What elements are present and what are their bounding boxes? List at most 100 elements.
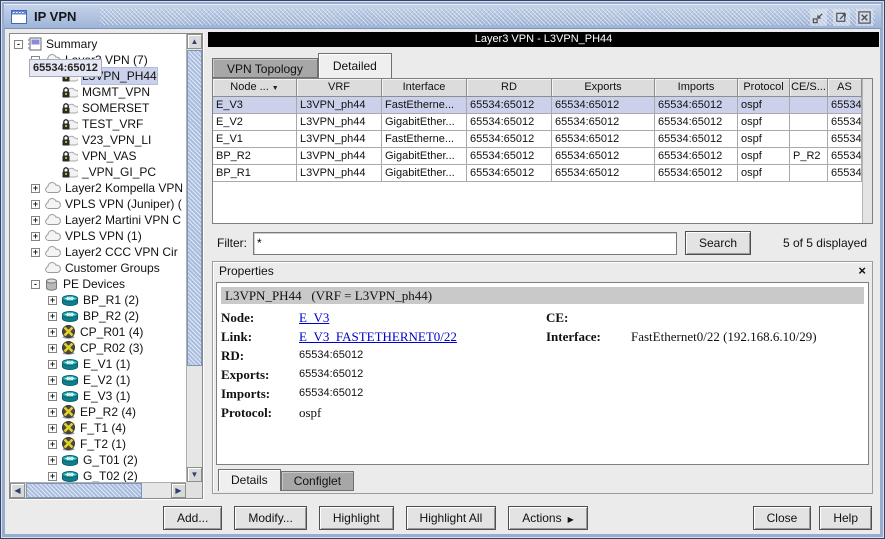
expand-icon[interactable]: + (31, 184, 40, 193)
cell-protocol[interactable]: ospf (738, 148, 790, 165)
cell-node[interactable]: BP_R1 (213, 165, 297, 182)
column-header-rd[interactable]: RD (467, 79, 552, 97)
actions-button[interactable]: Actions▶ (508, 506, 588, 530)
tree-item-ep-r2-4[interactable]: +EP_R2 (4) (10, 404, 186, 420)
expand-icon[interactable]: + (31, 200, 40, 209)
tree-vertical-scrollbar[interactable]: ▲ ▼ (186, 34, 202, 482)
column-header-as[interactable]: AS (828, 79, 862, 97)
expand-icon[interactable]: + (48, 328, 57, 337)
cell-ce-s[interactable] (790, 97, 828, 114)
cell-imports[interactable]: 65534:65012 (655, 114, 738, 131)
cell-exports[interactable]: 65534:65012 (552, 131, 655, 148)
window-titlebar[interactable]: IP VPN (4, 4, 881, 29)
cell-protocol[interactable]: ospf (738, 165, 790, 182)
collapse-icon[interactable]: - (31, 280, 40, 289)
expand-icon[interactable]: + (48, 440, 57, 449)
expand-icon[interactable]: + (31, 216, 40, 225)
maximize-icon[interactable] (833, 9, 850, 26)
tree-item-pe-devices[interactable]: -PE Devices (10, 276, 186, 292)
expand-icon[interactable]: + (48, 296, 57, 305)
cell-imports[interactable]: 65534:65012 (655, 165, 738, 182)
cell-interface[interactable]: GigabitEther... (382, 148, 467, 165)
cell-exports[interactable]: 65534:65012 (552, 114, 655, 131)
table-row-bp-r2[interactable]: BP_R2L3VPN_ph44GigabitEther...65534:6501… (213, 148, 872, 165)
cell-rd[interactable]: 65534:65012 (467, 114, 552, 131)
tree-item-layer2-ccc-vpn-cir[interactable]: +Layer2 CCC VPN Cir (10, 244, 186, 260)
cell-exports[interactable]: 65534:65012 (552, 97, 655, 114)
cell-as[interactable]: 65534 (828, 148, 862, 165)
expand-icon[interactable]: + (48, 360, 57, 369)
cell-as[interactable]: 65534 (828, 165, 862, 182)
cell-protocol[interactable]: ospf (738, 114, 790, 131)
cell-exports[interactable]: 65534:65012 (552, 148, 655, 165)
cell-interface[interactable]: GigabitEther... (382, 114, 467, 131)
tree-item-f-t2-1[interactable]: +F_T2 (1) (10, 436, 186, 452)
tree-item-layer2-martini-vpn-c[interactable]: +Layer2 Martini VPN C (10, 212, 186, 228)
tree-item-mgmt-vpn[interactable]: MGMT_VPN (10, 84, 186, 100)
expand-icon[interactable]: + (48, 408, 57, 417)
cell-as[interactable]: 65534 (828, 131, 862, 148)
column-header-node[interactable]: Node ...▼ (213, 79, 297, 97)
modify-button[interactable]: Modify... (234, 506, 306, 530)
tree-item-vpls-vpn-juniper[interactable]: +VPLS VPN (Juniper) ( (10, 196, 186, 212)
tree-item-f-t1-4[interactable]: +F_T1 (4) (10, 420, 186, 436)
vertical-scroll-thumb[interactable] (187, 50, 202, 366)
cell-as[interactable]: 65534 (828, 97, 862, 114)
column-header-imports[interactable]: Imports (655, 79, 738, 97)
cell-as[interactable]: 65534 (828, 114, 862, 131)
vpn-tree[interactable]: -Summary-Layer3 VPN (7)L3VPN_PH44MGMT_VP… (10, 34, 186, 482)
tree-item-bp-r1-2[interactable]: +BP_R1 (2) (10, 292, 186, 308)
scroll-left-icon[interactable]: ◀ (10, 483, 25, 498)
tab-vpn-topology[interactable]: VPN Topology (212, 58, 318, 78)
cell-rd[interactable]: 65534:65012 (467, 165, 552, 182)
cell-imports[interactable]: 65534:65012 (655, 131, 738, 148)
iconify-icon[interactable] (810, 9, 827, 26)
expand-icon[interactable]: + (48, 376, 57, 385)
tab-detailed[interactable]: Detailed (318, 53, 392, 78)
highlight-button[interactable]: Highlight (319, 506, 394, 530)
properties-close-icon[interactable]: × (858, 264, 866, 278)
expand-icon[interactable]: + (48, 424, 57, 433)
expand-icon[interactable]: + (31, 232, 40, 241)
tree-item-e-v3-1[interactable]: +E_V3 (1) (10, 388, 186, 404)
table-row-e-v3[interactable]: E_V3L3VPN_ph44FastEtherne...65534:650126… (213, 97, 872, 114)
table-row-e-v1[interactable]: E_V1L3VPN_ph44FastEtherne...65534:650126… (213, 131, 872, 148)
scroll-right-icon[interactable]: ▶ (171, 483, 186, 498)
expand-icon[interactable]: + (31, 248, 40, 257)
tree-item-cp-r01-4[interactable]: +CP_R01 (4) (10, 324, 186, 340)
tree-item-summary[interactable]: -Summary (10, 36, 186, 52)
prop-node-link[interactable]: E_V3 (299, 310, 329, 325)
cell-interface[interactable]: GigabitEther... (382, 165, 467, 182)
cell-interface[interactable]: FastEtherne... (382, 131, 467, 148)
expand-icon[interactable]: + (48, 472, 57, 481)
column-header-exports[interactable]: Exports (552, 79, 655, 97)
table-vertical-scrollbar[interactable] (862, 79, 872, 223)
add-button[interactable]: Add... (163, 506, 222, 530)
cell-node[interactable]: E_V3 (213, 97, 297, 114)
tree-item-v23-vpn-li[interactable]: V23_VPN_LI (10, 132, 186, 148)
cell-imports[interactable]: 65534:65012 (655, 97, 738, 114)
tree-item-g-t01-2[interactable]: +G_T01 (2) (10, 452, 186, 468)
cell-vrf[interactable]: L3VPN_ph44 (297, 148, 382, 165)
cell-node[interactable]: E_V1 (213, 131, 297, 148)
help-button[interactable]: Help (819, 506, 872, 530)
cell-ce-s[interactable] (790, 131, 828, 148)
tree-item-layer2-kompella-vpn[interactable]: +Layer2 Kompella VPN (10, 180, 186, 196)
column-header-ce-s[interactable]: CE/S... (790, 79, 828, 97)
scroll-up-icon[interactable]: ▲ (187, 34, 202, 49)
expand-icon[interactable]: + (48, 312, 57, 321)
close-button[interactable]: Close (753, 506, 812, 530)
cell-imports[interactable]: 65534:65012 (655, 148, 738, 165)
table-row-bp-r1[interactable]: BP_R1L3VPN_ph44GigabitEther...65534:6501… (213, 165, 872, 182)
column-header-vrf[interactable]: VRF (297, 79, 382, 97)
prop-link-link[interactable]: E_V3_FASTETHERNET0/22 (299, 329, 457, 344)
tree-item-vpls-vpn-1[interactable]: +VPLS VPN (1) (10, 228, 186, 244)
column-header-interface[interactable]: Interface (382, 79, 467, 97)
cell-rd[interactable]: 65534:65012 (467, 131, 552, 148)
expand-icon[interactable]: + (48, 456, 57, 465)
highlight-all-button[interactable]: Highlight All (406, 506, 497, 530)
cell-protocol[interactable]: ospf (738, 131, 790, 148)
cell-ce-s[interactable] (790, 114, 828, 131)
scroll-down-icon[interactable]: ▼ (187, 467, 202, 482)
cell-ce-s[interactable]: P_R2 (790, 148, 828, 165)
